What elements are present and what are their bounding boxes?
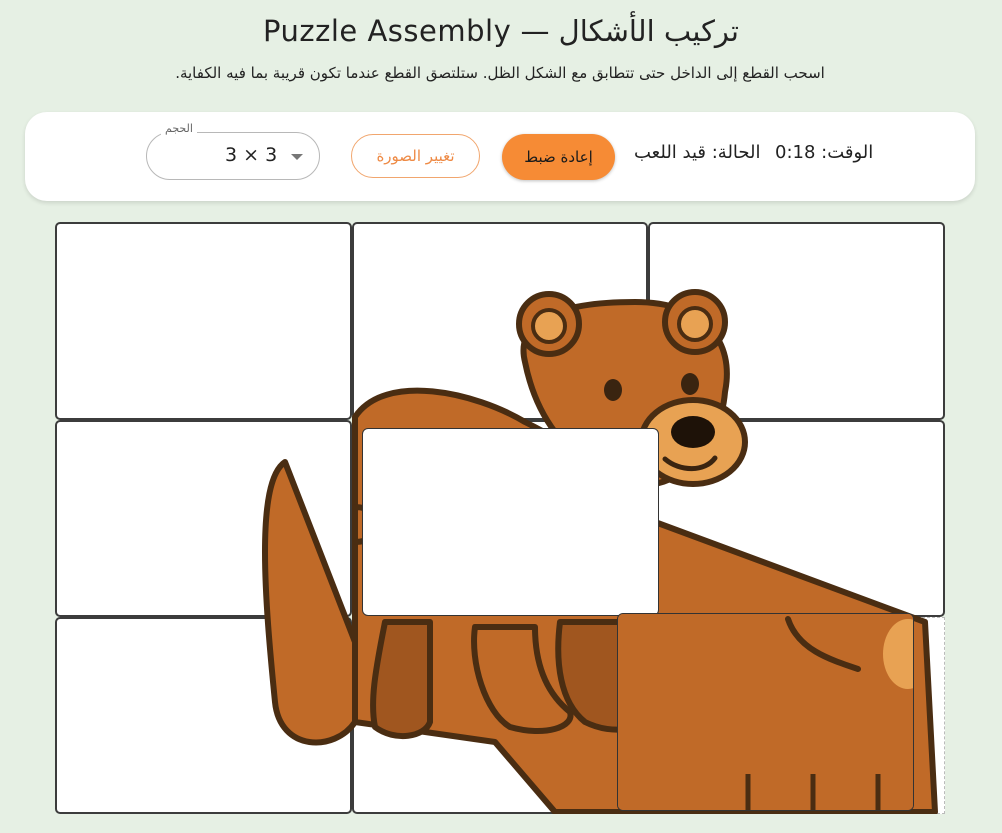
size-select-value: 3 × 3: [225, 144, 278, 166]
puzzle-piece-loose-bottom-right[interactable]: [617, 613, 914, 811]
status-text: الحالة: قيد اللعب: [634, 142, 761, 163]
chevron-down-icon: [291, 154, 303, 160]
bear-rear-leg: [262, 459, 358, 746]
bear-nose: [671, 416, 715, 448]
bear-eye-left: [604, 379, 622, 401]
puzzle-piece-loose-center[interactable]: [362, 428, 659, 616]
page-title: تركيب الأشكال — Puzzle Assembly: [263, 14, 739, 48]
toolbar: الحجم 3 × 3 تغيير الصورة إعادة ضبط الحال…: [25, 112, 975, 201]
reset-button[interactable]: إعادة ضبط: [502, 134, 615, 180]
bear-body-fragment: [618, 614, 913, 810]
timer-text: الوقت: 0:18: [775, 142, 874, 163]
bear-ear-inner-left: [531, 308, 567, 344]
instructions-text: اسحب القطع إلى الداخل حتى تتطابق مع الشك…: [175, 64, 825, 82]
bear-eye-right: [681, 373, 699, 395]
bear-leg-1: [370, 619, 433, 740]
change-image-button[interactable]: تغيير الصورة: [351, 134, 480, 178]
puzzle-board: [55, 222, 945, 814]
size-select[interactable]: الحجم 3 × 3: [146, 122, 320, 180]
bear-ear-inner-right: [677, 306, 713, 342]
size-select-label: الحجم: [161, 122, 197, 135]
